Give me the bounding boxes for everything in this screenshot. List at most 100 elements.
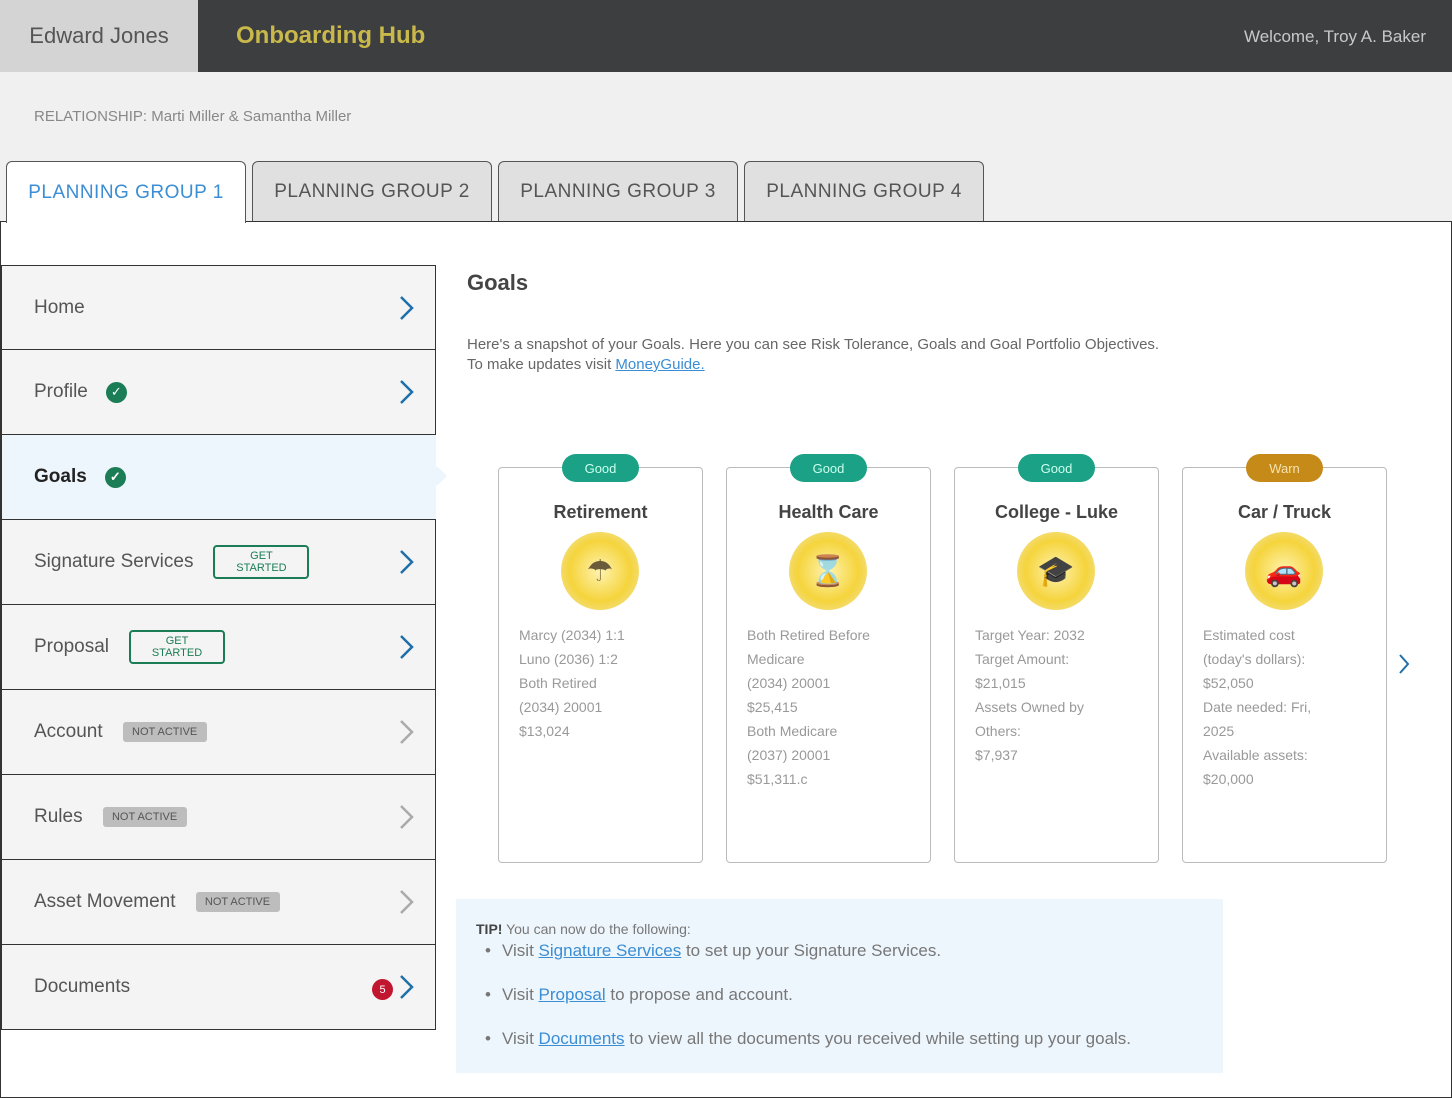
chevron-right-icon (400, 296, 414, 320)
goal-card-car-truck[interactable]: Warn Car / Truck 🚗 Estimated cost (today… (1182, 454, 1387, 863)
content-panel: Home Profile ✓ Goals ✓ Signature Service… (0, 221, 1452, 1098)
status-badge: NOT ACTIVE (122, 722, 207, 742)
sidebar-item-account[interactable]: Account NOT ACTIVE (1, 690, 436, 775)
sidebar-item-asset-movement[interactable]: Asset Movement NOT ACTIVE (1, 860, 436, 945)
goal-detail-line: $21,015 (975, 675, 1026, 691)
app-title: Onboarding Hub (236, 22, 426, 49)
goal-name: Car / Truck (1237, 502, 1332, 522)
side-nav: Home Profile ✓ Goals ✓ Signature Service… (1, 265, 436, 1030)
chevron-right-icon (400, 805, 414, 829)
tab-planning-group-4[interactable]: PLANNING GROUP 4 (744, 161, 984, 222)
goal-detail-line: Estimated cost (1203, 627, 1295, 643)
tab-planning-group-2[interactable]: PLANNING GROUP 2 (252, 161, 492, 222)
goal-detail-line: $13,024 (519, 723, 570, 739)
welcome-user[interactable]: Welcome, Troy A. Baker (1244, 27, 1426, 47)
chevron-right-icon (400, 550, 414, 574)
carousel-next-chevron-icon[interactable] (1396, 652, 1412, 676)
sidebar-item-signature-services[interactable]: Signature Services GET STARTED (1, 520, 436, 605)
goal-name: Health Care (778, 502, 879, 522)
status-badge: GET STARTED (129, 630, 225, 664)
goal-detail-line: Marcy (2034) 1:1 (519, 627, 625, 643)
goal-detail-line: $51,311.c (747, 771, 808, 787)
goal-details: Marcy (2034) 1:1 Luno (2036) 1:2 Both Re… (519, 623, 688, 743)
sidebar-item-proposal[interactable]: Proposal GET STARTED (1, 605, 436, 690)
goal-card-college-luke[interactable]: Good College - Luke 🎓 Target Year: 2032 … (954, 454, 1159, 863)
sidebar-item-label: Proposal (34, 636, 109, 657)
goal-detail-line: Available assets: (1203, 747, 1308, 763)
page-title: Goals (467, 270, 529, 295)
chevron-right-icon (400, 380, 414, 404)
status-badge: NOT ACTIVE (102, 807, 187, 827)
sidebar-item-goals[interactable]: Goals ✓ (1, 435, 436, 520)
tip-heading: TIP! You can now do the following: (476, 921, 1203, 937)
documents-link[interactable]: Documents (539, 1029, 625, 1048)
tip-item-prefix: Visit (502, 985, 539, 1004)
retirement-icon: ☂ (561, 532, 639, 610)
tip-text: You can now do the following: (502, 921, 691, 937)
goal-details: Target Year: 2032 Target Amount: $21,015… (975, 623, 1144, 767)
goal-detail-line: $52,050 (1203, 675, 1254, 691)
tab-planning-group-1[interactable]: PLANNING GROUP 1 (6, 161, 246, 223)
sidebar-item-label: Home (34, 296, 85, 318)
tip-lead: TIP! (476, 921, 503, 937)
tip-box: TIP! You can now do the following: Visit… (456, 899, 1223, 1073)
goal-name: Retirement (553, 502, 648, 522)
sidebar-item-profile[interactable]: Profile ✓ (1, 350, 436, 435)
brand-logo[interactable]: Edward Jones (0, 0, 198, 72)
goal-detail-line: Date needed: Fri, (1203, 699, 1312, 715)
goal-details: Estimated cost (today's dollars): $52,05… (1203, 623, 1372, 791)
sidebar-item-documents[interactable]: Documents 5 (1, 945, 436, 1030)
notification-count-badge: 5 (372, 979, 393, 1000)
goal-details: Both Retired Before Medicare (2034) 2000… (747, 623, 916, 791)
chevron-right-icon (400, 720, 414, 744)
goal-detail-line: (2034) 20001 (519, 699, 603, 715)
goal-detail-line: Both Retired Before (747, 627, 870, 643)
sidebar-item-label: Asset Movement (34, 891, 176, 912)
intro-line: To make updates visit MoneyGuide. (467, 355, 1227, 375)
goal-detail-line: $20,000 (1203, 771, 1254, 787)
sidebar-item-label: Rules (34, 806, 83, 827)
sidebar-item-label: Profile (34, 381, 88, 402)
goal-detail-line: (2037) 20001 (747, 747, 831, 763)
planning-group-tabs: PLANNING GROUP 1 PLANNING GROUP 2 PLANNI… (6, 161, 984, 223)
intro-prefix: To make updates visit (467, 356, 616, 373)
tip-list: Visit Signature Services to set up your … (476, 941, 1203, 1049)
goal-detail-line: $7,937 (975, 747, 1018, 763)
sidebar-item-rules[interactable]: Rules NOT ACTIVE (1, 775, 436, 860)
sidebar-item-label: Goals (34, 466, 87, 487)
list-item: Visit Proposal to propose and account. (476, 985, 1203, 1005)
moneyguide-link[interactable]: MoneyGuide. (615, 356, 704, 373)
car-icon: 🚗 (1245, 532, 1323, 610)
goal-detail-line: Assets Owned by (975, 699, 1084, 715)
check-circle-icon: ✓ (104, 466, 126, 488)
status-badge: Good (1018, 454, 1095, 482)
goal-detail-line: Both Medicare (747, 723, 838, 739)
chevron-right-icon (400, 890, 414, 914)
intro-line: Here's a snapshot of your Goals. Here yo… (467, 336, 1160, 353)
goal-detail-line: (today's dollars): (1203, 651, 1306, 667)
signature-services-link[interactable]: Signature Services (539, 941, 682, 960)
goal-detail-line: Target Amount: (975, 651, 1070, 667)
list-item: Visit Signature Services to set up your … (476, 941, 1203, 961)
tip-item-suffix: to propose and account. (605, 985, 793, 1004)
sidebar-item-label: Signature Services (34, 551, 194, 572)
tip-item-suffix: to view all the documents you received w… (624, 1029, 1132, 1048)
chevron-right-icon (400, 975, 414, 999)
hourglass-icon: ⌛ (789, 532, 867, 610)
goal-detail-line: Luno (2036) 1:2 (519, 651, 618, 667)
status-badge: Warn (1246, 454, 1323, 482)
goal-name: College - Luke (994, 502, 1119, 522)
check-circle-icon: ✓ (105, 381, 127, 403)
sidebar-item-home[interactable]: Home (1, 265, 436, 350)
goal-detail-line: $25,415 (747, 699, 798, 715)
goals-intro: Here's a snapshot of your Goals. Here yo… (467, 335, 1227, 375)
proposal-link[interactable]: Proposal (539, 985, 606, 1004)
list-item: Visit Documents to view all the document… (476, 1029, 1203, 1049)
goal-card-retirement[interactable]: Good Retirement ☂ Marcy (2034) 1:1 Luno … (498, 454, 703, 863)
relationship-label: RELATIONSHIP: Marti Miller & Samantha Mi… (34, 108, 352, 125)
goal-card-health-care[interactable]: Good Health Care ⌛ Both Retired Before M… (726, 454, 931, 863)
chevron-right-icon (400, 635, 414, 659)
tab-planning-group-3[interactable]: PLANNING GROUP 3 (498, 161, 738, 222)
tip-item-suffix: to set up your Signature Services. (681, 941, 942, 960)
sidebar-item-label: Account (34, 721, 103, 742)
